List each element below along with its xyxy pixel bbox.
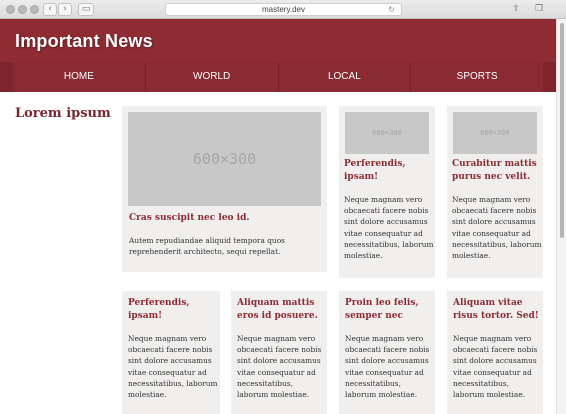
main-nav: HOME WORLD LOCAL SPORTS [0,62,556,92]
card-title[interactable]: Aliquam mattis eros id posuere. [237,297,323,323]
back-button[interactable]: ‹ [43,3,57,16]
image-placeholder: 600×300 [453,112,537,154]
address-bar[interactable]: mastery.dev ↻ [165,3,402,16]
article-card[interactable]: 600×300 Curabitur mattis purus nec velit… [447,106,543,278]
article-card[interactable]: 600×300 Perferendis, ipsam! Neque magnam… [339,106,435,278]
card-title[interactable]: Curabitur mattis purus nec velit. [452,158,540,184]
url-text: mastery.dev [262,5,305,14]
zoom-window-button[interactable] [30,5,39,14]
sidebar-toggle-icon[interactable]: ▭ [78,3,94,16]
card-body: Neque magnam vero obcaecati facere nobis… [345,334,430,400]
article-card-featured[interactable]: 600×300 Cras suscipit nec leo id. Autem … [122,106,327,272]
card-title[interactable]: Perferendis, ipsam! [344,158,432,184]
site-title[interactable]: Important News [15,31,153,52]
card-body: Neque magnam vero obcaecati facere nobis… [344,195,434,261]
site-header: Important News [0,19,556,62]
nav-item-sports[interactable]: SPORTS [410,62,543,92]
card-title[interactable]: Proin leo felis, semper nec [345,297,431,323]
card-body: Neque magnam vero obcaecati facere nobis… [452,195,542,261]
card-title[interactable]: Aliquam vitae risus tortor. Sed! [453,297,541,323]
scrollbar-thumb[interactable] [560,23,564,238]
card-title[interactable]: Perferendis, ipsam! [128,297,216,323]
article-card[interactable]: Aliquam mattis eros id posuere. Neque ma… [231,291,327,414]
article-card[interactable]: Aliquam vitae risus tortor. Sed! Neque m… [447,291,543,414]
tabs-overview-icon[interactable]: ❐ [533,3,545,16]
close-window-button[interactable] [6,5,15,14]
sidebar-heading: Lorem ipsum [15,106,111,121]
page-scrollbar[interactable] [556,19,566,414]
card-body: Neque magnam vero obcaecati facere nobis… [128,334,218,400]
card-body: Neque magnam vero obcaecati facere nobis… [453,334,538,400]
nav-item-local[interactable]: LOCAL [277,62,411,92]
card-body: Neque magnam vero obcaecati facere nobis… [237,334,322,400]
forward-button[interactable]: › [58,3,72,16]
card-title[interactable]: Cras suscipit nec leo id. [129,212,319,225]
share-icon[interactable]: ⇧ [510,3,522,16]
card-body: Autem repudiandae aliquid tempora quos r… [129,236,285,257]
browser-toolbar: ‹ › ▭ mastery.dev ↻ ⇧ ❐ [0,0,566,19]
article-card[interactable]: Proin leo felis, semper nec Neque magnam… [339,291,435,414]
nav-item-world[interactable]: WORLD [144,62,278,92]
image-placeholder: 600×300 [345,112,429,154]
article-card[interactable]: Perferendis, ipsam! Neque magnam vero ob… [122,291,220,414]
minimize-window-button[interactable] [18,5,27,14]
nav-item-home[interactable]: HOME [13,62,145,92]
image-placeholder: 600×300 [128,112,321,206]
reload-icon[interactable]: ↻ [388,4,395,15]
